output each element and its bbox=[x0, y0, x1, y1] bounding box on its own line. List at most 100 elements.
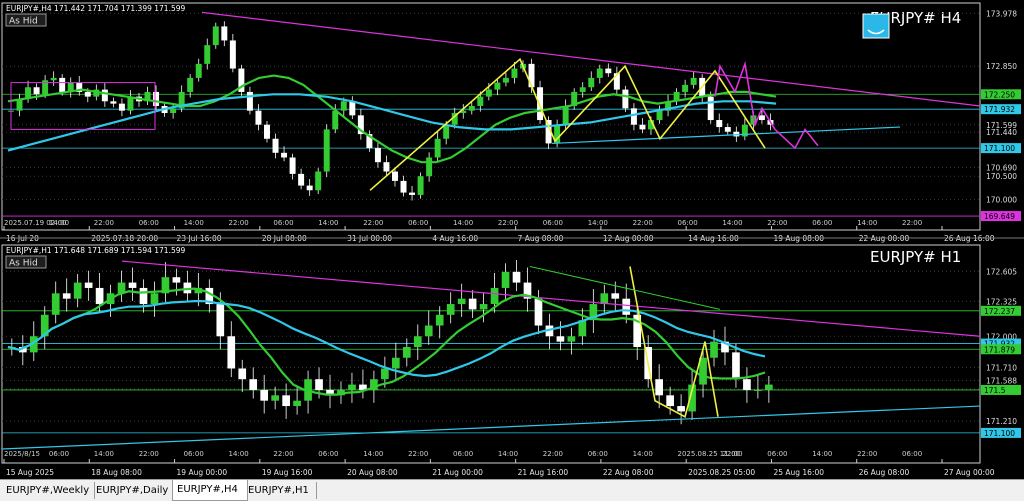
h4-candle-body bbox=[187, 77, 194, 92]
h4-candle-body bbox=[707, 96, 714, 121]
h4-hour-tick-label: 06:00 bbox=[273, 219, 293, 227]
h4-hour-tick-label: 22:00 bbox=[633, 219, 653, 227]
h1-y-tick-label: 171.710 bbox=[986, 363, 1017, 372]
h4-candle-body bbox=[579, 87, 586, 92]
h4-candle-body bbox=[332, 110, 339, 130]
tab-daily[interactable]: EURJPY#,Daily bbox=[92, 482, 175, 499]
h4-candle-body bbox=[255, 110, 262, 125]
h1-candle-body bbox=[150, 293, 159, 305]
h4-candle-body bbox=[656, 110, 663, 121]
h1-candle-body bbox=[446, 304, 455, 315]
h1-hour-tick-label: 22:00 bbox=[543, 450, 563, 458]
h1-hide-button-label: As Hid bbox=[9, 259, 38, 269]
h4-candle-body bbox=[485, 89, 492, 97]
h1-candle-body bbox=[315, 379, 323, 390]
h4-y-tick-label: 172.850 bbox=[986, 62, 1017, 71]
h4-level-tag-text: 172.250 bbox=[984, 90, 1015, 99]
h1-candle-body bbox=[600, 293, 609, 305]
h1-x-tick-label: 15 Aug 2025 bbox=[6, 468, 54, 477]
h1-candle-body bbox=[512, 271, 521, 283]
h1-hour-tick-label: 2025/8/15 bbox=[4, 450, 40, 458]
h4-candle-body bbox=[195, 63, 202, 78]
h4-level-tag-text: 171.932 bbox=[984, 105, 1015, 114]
h4-candle-body bbox=[204, 45, 211, 64]
h4-hour-tick-label: 22:00 bbox=[498, 219, 518, 227]
h1-candle-body bbox=[743, 379, 751, 390]
h1-trendline-resistance bbox=[121, 260, 981, 337]
h1-candle-body bbox=[424, 325, 433, 337]
h1-hour-tick-label: 22:00 bbox=[722, 450, 742, 458]
h4-candle-body bbox=[59, 77, 66, 92]
chart-canvas[interactable]: EURJPY#,H4 171.442 171.704 171.399 171.5… bbox=[0, 0, 1024, 479]
h1-candle-body bbox=[457, 298, 466, 305]
h4-level-tag-text: 169.649 bbox=[984, 212, 1015, 221]
h1-level-tag-text: 171.5 bbox=[984, 386, 1006, 395]
chart-workspace: EURJPY#,H4 171.442 171.704 171.399 171.5… bbox=[0, 0, 1024, 501]
h4-candle-body bbox=[298, 173, 305, 186]
h1-candle-body bbox=[348, 384, 356, 390]
h1-candle-body bbox=[765, 384, 773, 390]
h1-x-tick-label: 26 Aug 08:00 bbox=[859, 468, 910, 477]
h1-candle-body bbox=[413, 336, 422, 347]
h1-level-tag-text: 171.100 bbox=[984, 429, 1015, 438]
h1-hour-tick-label: 14:00 bbox=[94, 450, 114, 458]
h1-x-tick-label: 22 Aug 08:00 bbox=[603, 468, 654, 477]
h1-candle-body bbox=[534, 298, 543, 326]
h1-hour-tick-label: 22:00 bbox=[139, 450, 159, 458]
h4-candle-body bbox=[630, 108, 637, 125]
h4-candle-body bbox=[101, 89, 108, 102]
h4-hour-tick-label: 22:00 bbox=[229, 219, 249, 227]
h4-candle-body bbox=[50, 77, 57, 81]
h1-candle-body bbox=[754, 389, 762, 391]
h1-big-label: EURJPY# H1 bbox=[870, 248, 961, 266]
h1-hour-tick-label: 06:00 bbox=[902, 450, 922, 458]
h1-hour-tick-label: 14:00 bbox=[229, 450, 249, 458]
h4-symbol-header: EURJPY#,H4 171.442 171.704 171.399 171.5… bbox=[6, 4, 185, 13]
h4-candle-body bbox=[468, 105, 475, 111]
h4-hour-tick-label: 22:00 bbox=[363, 219, 383, 227]
h1-hour-tick-label: 06:00 bbox=[588, 450, 608, 458]
h4-candle-body bbox=[639, 124, 646, 130]
h4-y-tick-label: 170.000 bbox=[986, 196, 1017, 205]
h4-candle-body bbox=[588, 77, 595, 88]
h4-candle-body bbox=[153, 91, 160, 106]
h1-x-tick-label: 2025.08.25 05:00 bbox=[688, 468, 755, 477]
h1-zigzag-line bbox=[629, 266, 719, 418]
h4-y-tick-label: 173.978 bbox=[986, 9, 1017, 18]
h4-trade-icon bbox=[862, 13, 890, 39]
h4-candle-body bbox=[340, 101, 347, 111]
h1-candle-body bbox=[468, 298, 477, 310]
h4-candle-body bbox=[272, 138, 279, 153]
h1-hour-tick-label: 06:00 bbox=[767, 450, 787, 458]
h4-candle-body bbox=[170, 108, 177, 114]
h4-hour-tick-label: 06:00 bbox=[139, 219, 159, 227]
h4-hour-tick-label: 14:00 bbox=[722, 219, 742, 227]
h1-hour-tick-label: 22:00 bbox=[857, 450, 877, 458]
h4-candle-body bbox=[306, 185, 313, 191]
h4-hour-tick-label: 14:00 bbox=[453, 219, 473, 227]
tab-h4[interactable]: EURJPY#,H4 bbox=[172, 480, 248, 501]
h4-candle-body bbox=[315, 171, 322, 191]
tab-weekly[interactable]: EURJPY#,Weekly bbox=[2, 482, 95, 499]
h1-x-tick-label: 19 Aug 00:00 bbox=[177, 468, 228, 477]
h4-candle-body bbox=[511, 68, 518, 78]
h1-candle-body bbox=[622, 298, 631, 315]
h1-candle-body bbox=[282, 395, 290, 407]
h4-candle-body bbox=[417, 176, 424, 195]
h1-hour-tick-label: 06:00 bbox=[318, 450, 338, 458]
h1-candle-body bbox=[238, 368, 247, 380]
h1-candle-body bbox=[271, 395, 279, 401]
h1-hour-tick-label: 22:00 bbox=[273, 450, 293, 458]
h4-candle-body bbox=[383, 162, 390, 172]
h4-candle-body bbox=[392, 171, 398, 181]
h1-candle-body bbox=[677, 406, 685, 412]
h1-hour-tick-label: 14:00 bbox=[812, 450, 832, 458]
h1-hour-tick-label: 06:00 bbox=[49, 450, 69, 458]
h4-y-tick-label: 170.500 bbox=[986, 172, 1017, 181]
h1-candle-body bbox=[611, 293, 620, 299]
h4-hour-tick-label: 22:00 bbox=[94, 219, 114, 227]
h4-hour-tick-label: 14:00 bbox=[49, 219, 69, 227]
tab-h1[interactable]: EURJPY#,H1 bbox=[244, 482, 317, 499]
h4-candle-body bbox=[281, 152, 288, 158]
h4-candle-body bbox=[502, 77, 509, 83]
